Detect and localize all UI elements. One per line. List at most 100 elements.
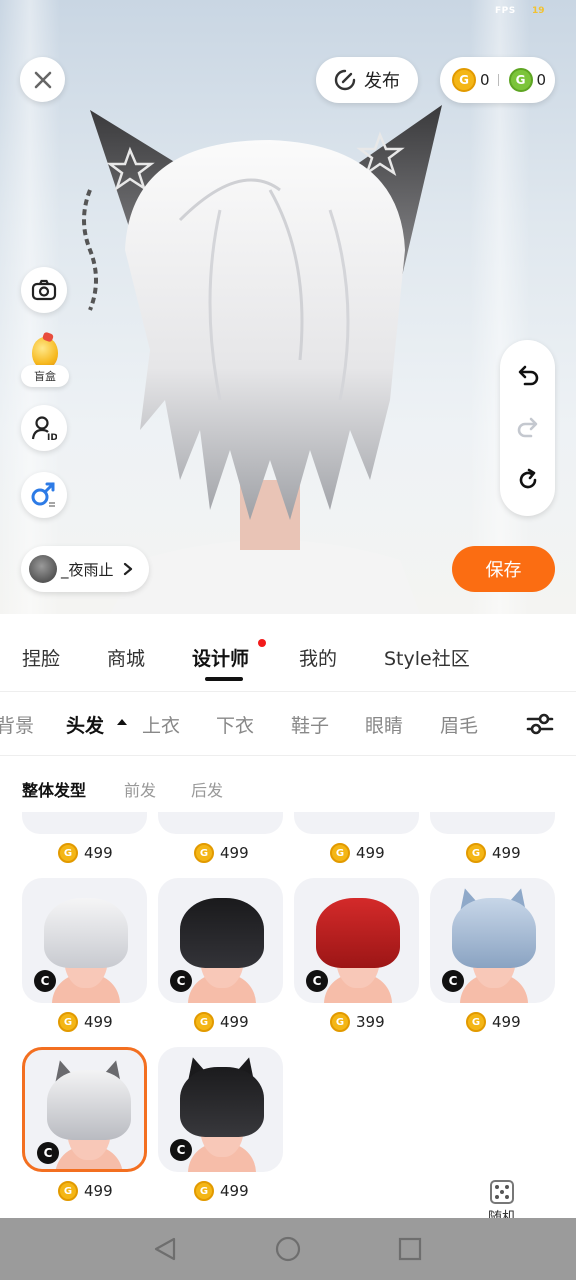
category-top[interactable]: 上衣 xyxy=(142,711,180,738)
redo-icon xyxy=(517,417,538,438)
creator-badge-icon: C xyxy=(37,1142,59,1164)
undo-icon xyxy=(518,365,539,386)
style-tab-front[interactable]: 前发 xyxy=(124,777,156,801)
gold-coin-icon: G xyxy=(452,68,476,92)
publish-icon xyxy=(334,69,356,91)
refresh-icon xyxy=(519,468,537,489)
gold-coin-icon: G xyxy=(58,843,78,863)
creator-badge-icon: C xyxy=(442,970,464,992)
hair-item-grid: G 499 G 499 G 499 G 499 C C C C G 499 G … xyxy=(0,812,576,1218)
dice-icon xyxy=(490,1180,514,1204)
hair-item-card[interactable]: C xyxy=(22,878,147,1003)
creator-badge-icon: C xyxy=(170,970,192,992)
hair-item-card[interactable] xyxy=(430,812,555,834)
fps-value: 19 xyxy=(532,6,545,16)
hair-item-card-selected[interactable]: C xyxy=(22,1047,147,1172)
avatar-preview[interactable]: FPS 19 发布 G 0 G 0 盲盒 ID _夜雨止 保存 xyxy=(0,0,576,614)
white-cat-hair-thumbnail xyxy=(47,1070,131,1140)
hair-item-card[interactable]: C xyxy=(158,878,283,1003)
blind-box-button[interactable]: 盲盒 xyxy=(21,331,69,387)
green-coin-icon: G xyxy=(508,68,533,92)
gold-coin-icon: G xyxy=(330,843,350,863)
creator-badge-icon: C xyxy=(170,1139,192,1161)
item-price: G 499 xyxy=(194,1179,249,1203)
system-navigation-bar xyxy=(0,1218,576,1280)
avatar xyxy=(29,555,57,583)
item-price: G 499 xyxy=(194,841,249,865)
category-hair[interactable]: 头发 xyxy=(66,711,104,738)
style-tab-back[interactable]: 后发 xyxy=(191,777,223,801)
blind-box-label: 盲盒 xyxy=(21,365,69,387)
home-icon[interactable] xyxy=(275,1236,301,1262)
male-gender-icon xyxy=(31,482,55,507)
edit-history-panel xyxy=(500,340,555,516)
tab-mine[interactable]: 我的 xyxy=(299,644,337,671)
designer-name: _夜雨止 xyxy=(61,560,114,579)
reset-button[interactable] xyxy=(514,466,542,494)
gold-coin-icon: G xyxy=(194,1012,214,1032)
blue-hair-thumbnail xyxy=(452,898,536,968)
category-eyes[interactable]: 眼睛 xyxy=(365,711,403,738)
designer-profile-chip[interactable]: _夜雨止 xyxy=(21,546,149,592)
active-tab-indicator xyxy=(205,677,243,681)
item-price: G 499 xyxy=(466,841,521,865)
hair-item-card[interactable] xyxy=(294,812,419,834)
creator-badge-icon: C xyxy=(34,970,56,992)
gold-coin-icon: G xyxy=(194,1181,214,1201)
tab-style-community[interactable]: Style社区 xyxy=(384,644,470,671)
category-shoes[interactable]: 鞋子 xyxy=(291,711,329,738)
black-hair-thumbnail xyxy=(180,898,264,968)
category-bottom[interactable]: 下衣 xyxy=(216,711,254,738)
svg-text:ID: ID xyxy=(47,433,57,441)
avatar-id-button[interactable]: ID xyxy=(21,405,67,451)
hair-item-card[interactable] xyxy=(22,812,147,834)
hair-item-card[interactable]: C xyxy=(430,878,555,1003)
tab-designer[interactable]: 设计师 xyxy=(192,644,249,671)
red-hair-thumbnail xyxy=(316,898,400,968)
tab-shop[interactable]: 商城 xyxy=(107,644,145,671)
gold-coin-icon: G xyxy=(466,843,486,863)
publish-button[interactable]: 发布 xyxy=(316,57,418,103)
person-id-icon: ID xyxy=(31,416,57,441)
currency-balance[interactable]: G 0 G 0 xyxy=(440,57,555,103)
caret-up-icon xyxy=(117,719,127,725)
gold-coin-icon: G xyxy=(58,1012,78,1032)
gold-balance: 0 xyxy=(480,71,490,89)
category-eyebrows[interactable]: 眉毛 xyxy=(440,711,478,738)
recents-icon[interactable] xyxy=(397,1236,423,1262)
avatar-character xyxy=(82,105,442,614)
item-price: G 499 xyxy=(194,1010,249,1034)
redo-button[interactable] xyxy=(514,414,542,442)
currency-divider xyxy=(497,74,499,86)
filter-settings-icon[interactable] xyxy=(526,710,554,738)
publish-label: 发布 xyxy=(364,71,400,92)
item-price: G 499 xyxy=(58,841,113,865)
gold-coin-icon: G xyxy=(466,1012,486,1032)
hair-item-card[interactable]: C xyxy=(158,1047,283,1172)
gender-switch-button[interactable] xyxy=(21,472,67,518)
item-price: G 499 xyxy=(58,1010,113,1034)
camera-button[interactable] xyxy=(21,267,67,313)
category-background[interactable]: 背景 xyxy=(0,711,34,738)
hair-item-card[interactable]: C xyxy=(294,878,419,1003)
black-cat-hair-thumbnail xyxy=(180,1067,264,1137)
creator-badge-icon: C xyxy=(306,970,328,992)
item-price: G 499 xyxy=(58,1179,113,1203)
gold-coin-icon: G xyxy=(330,1012,350,1032)
item-price: G 399 xyxy=(330,1010,385,1034)
item-price: G 499 xyxy=(330,841,385,865)
close-button[interactable] xyxy=(20,57,65,102)
item-price: G 499 xyxy=(466,1010,521,1034)
back-icon[interactable] xyxy=(152,1236,178,1262)
tab-face-edit[interactable]: 捏脸 xyxy=(22,644,60,671)
hair-style-tab-bar: 整体发型 前发 后发 xyxy=(0,756,576,812)
fps-label: FPS xyxy=(495,6,516,16)
camera-icon xyxy=(31,279,57,301)
style-tab-full[interactable]: 整体发型 xyxy=(22,777,86,801)
hair-item-card[interactable] xyxy=(158,812,283,834)
gold-coin-icon: G xyxy=(58,1181,78,1201)
undo-button[interactable] xyxy=(514,362,542,390)
close-icon xyxy=(34,71,51,88)
gold-coin-icon: G xyxy=(194,843,214,863)
save-button[interactable]: 保存 xyxy=(452,546,555,592)
